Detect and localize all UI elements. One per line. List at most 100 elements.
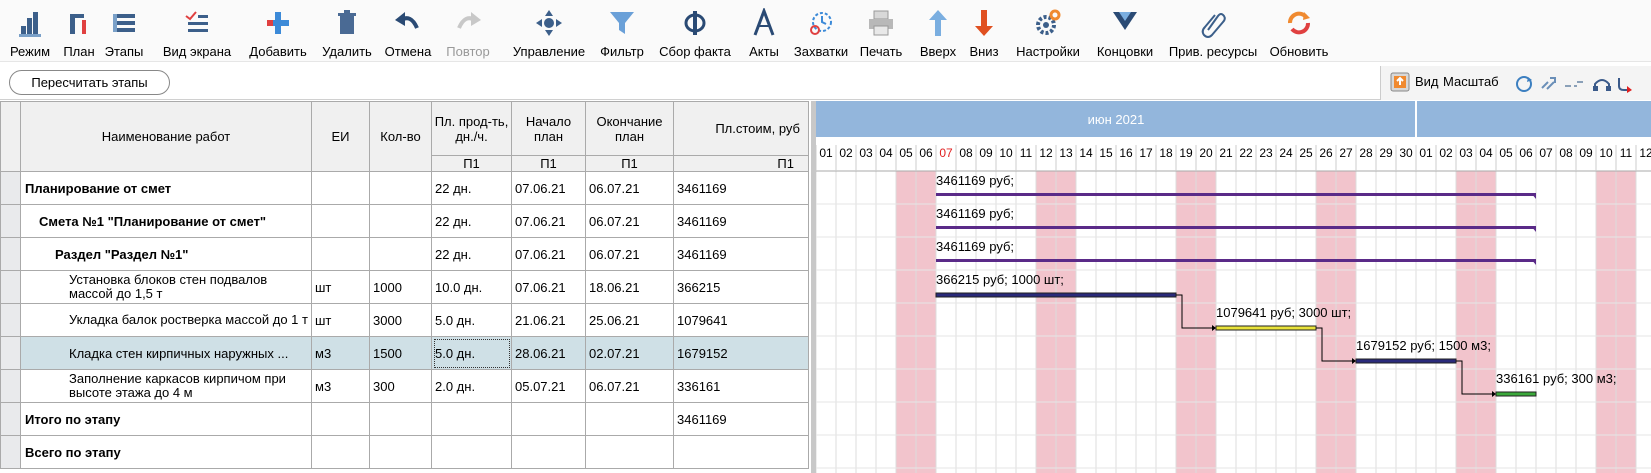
cell-unit[interactable]: м3 (311, 336, 370, 370)
cell-cost[interactable]: 336161 (673, 369, 809, 403)
cell-unit[interactable]: м3 (311, 369, 370, 403)
cell-name[interactable]: Установка блоков стен подвалов массой до… (20, 270, 312, 304)
cell-name[interactable]: Укладка балок ростверка массой до 1 т (20, 303, 312, 337)
summary-bar[interactable] (936, 193, 1536, 196)
cell-cost[interactable]: 3461169 (673, 237, 809, 271)
cell-unit[interactable]: шт (311, 303, 370, 337)
cell-qty[interactable]: 3000 (369, 303, 432, 337)
mode-button[interactable]: Режим (0, 0, 60, 62)
row-header[interactable] (0, 171, 21, 205)
control-button[interactable]: Управление (500, 0, 598, 62)
table-row[interactable]: Планирование от смет 22 дн. 07.06.21 06.07.… (0, 171, 809, 205)
row-header[interactable] (0, 270, 21, 304)
table-row[interactable]: Всего по этапу (0, 435, 809, 469)
cell-cost[interactable]: 3461169 (673, 402, 809, 436)
cell-end[interactable]: 25.06.21 (585, 303, 674, 337)
table-row[interactable]: Кладка стен кирпичных наружных ... м3 1500… (0, 336, 809, 370)
row-header[interactable] (0, 303, 21, 337)
plan-button[interactable]: План (56, 0, 102, 62)
cell-name[interactable]: Планирование от смет (20, 171, 312, 205)
dash-link-icon[interactable] (1563, 74, 1585, 94)
cell-prod[interactable]: 5.0 дн. (431, 303, 512, 337)
cell-prod[interactable]: 22 дн. (431, 204, 512, 238)
cell-name[interactable]: Итого по этапу (20, 402, 312, 436)
cell-name[interactable]: Всего по этапу (20, 435, 312, 469)
cell-start[interactable]: 07.06.21 (511, 237, 586, 271)
col-start[interactable]: Начало план (511, 101, 586, 156)
add-button[interactable]: Добавить (240, 0, 316, 62)
screen-view-button[interactable]: Вид экрана (152, 0, 242, 62)
cell-start[interactable]: 28.06.21 (511, 336, 586, 370)
task-bar[interactable] (1215, 325, 1317, 331)
cell-start[interactable]: 07.06.21 (511, 171, 586, 205)
cell-start[interactable] (511, 402, 586, 436)
cell-name[interactable]: Смета №1 "Планирование от смет" (20, 204, 312, 238)
cell-unit[interactable] (311, 435, 370, 469)
row-header[interactable] (0, 435, 21, 469)
cell-start[interactable]: 05.07.21 (511, 369, 586, 403)
task-bar[interactable] (1355, 358, 1457, 364)
cell-prod[interactable]: 22 дн. (431, 171, 512, 205)
down-button[interactable]: Вниз (962, 0, 1006, 62)
cell-end[interactable]: 06.07.21 (585, 171, 674, 205)
row-header[interactable] (0, 336, 21, 370)
redo-button[interactable]: Повтор (438, 0, 498, 62)
summary-bar[interactable] (936, 259, 1536, 262)
filter-button[interactable]: Фильтр (594, 0, 650, 62)
col-name[interactable]: Наименование работ (20, 101, 312, 172)
cell-name[interactable]: Раздел "Раздел №1" (20, 237, 312, 271)
cell-prod[interactable] (431, 402, 512, 436)
cell-end[interactable]: 06.07.21 (585, 237, 674, 271)
cell-qty[interactable] (369, 171, 432, 205)
cell-name[interactable]: Кладка стен кирпичных наружных ... (20, 336, 312, 370)
cell-prod[interactable]: 5.0 дн. (431, 336, 512, 370)
row-header[interactable] (0, 369, 21, 403)
task-bar[interactable] (1495, 391, 1537, 397)
cell-cost[interactable]: 3461169 (673, 171, 809, 205)
col-cost[interactable]: Пл.стоим, руб (673, 101, 809, 156)
cell-unit[interactable] (311, 237, 370, 271)
delete-button[interactable]: Удалить (316, 0, 378, 62)
cell-unit[interactable] (311, 204, 370, 238)
view-label[interactable]: Вид (1415, 74, 1439, 89)
cell-cost[interactable]: 366215 (673, 270, 809, 304)
cell-end[interactable]: 18.06.21 (585, 270, 674, 304)
summary-bar[interactable] (936, 226, 1536, 229)
acts-button[interactable]: Акты (740, 0, 788, 62)
fact-button[interactable]: Сбор факта (648, 0, 742, 62)
cell-prod[interactable] (431, 435, 512, 469)
refresh-button[interactable]: Обновить (1262, 0, 1336, 62)
up-button[interactable]: Вверх (914, 0, 962, 62)
undo-button[interactable]: Отмена (380, 0, 436, 62)
cell-qty[interactable]: 1500 (369, 336, 432, 370)
cell-start[interactable] (511, 435, 586, 469)
hook-icon[interactable] (1615, 74, 1637, 94)
row-header[interactable] (0, 402, 21, 436)
table-row[interactable]: Заполнение каркасов кирпичом при высоте … (0, 369, 809, 403)
scale-label[interactable]: Масштаб (1443, 74, 1499, 89)
cell-unit[interactable]: шт (311, 270, 370, 304)
cell-end[interactable]: 02.07.21 (585, 336, 674, 370)
cell-start[interactable]: 07.06.21 (511, 270, 586, 304)
resources-button[interactable]: Прив. ресурсы (1162, 0, 1264, 62)
endings-button[interactable]: Концовки (1086, 0, 1164, 62)
cell-prod[interactable]: 22 дн. (431, 237, 512, 271)
settings-button[interactable]: Настройки (1003, 0, 1093, 62)
cell-unit[interactable] (311, 171, 370, 205)
cell-unit[interactable] (311, 402, 370, 436)
table-row[interactable]: Раздел "Раздел №1" 22 дн. 07.06.21 06.07.21… (0, 237, 809, 271)
cell-qty[interactable] (369, 237, 432, 271)
table-row[interactable]: Смета №1 "Планирование от смет" 22 дн. 07.… (0, 204, 809, 238)
table-row[interactable]: Итого по этапу 3461169 (0, 402, 809, 436)
col-qty[interactable]: Кол-во (369, 101, 432, 172)
cell-qty[interactable] (369, 402, 432, 436)
headset-icon[interactable] (1591, 74, 1613, 94)
row-header[interactable] (0, 204, 21, 238)
cell-end[interactable]: 06.07.21 (585, 369, 674, 403)
sync-icon[interactable] (1514, 74, 1536, 94)
cell-start[interactable]: 07.06.21 (511, 204, 586, 238)
cell-cost[interactable]: 3461169 (673, 204, 809, 238)
cell-cost[interactable]: 1079641 (673, 303, 809, 337)
col-end[interactable]: Окончание план (585, 101, 674, 156)
col-prod[interactable]: Пл. прод-ть, дн./ч. (431, 101, 512, 156)
